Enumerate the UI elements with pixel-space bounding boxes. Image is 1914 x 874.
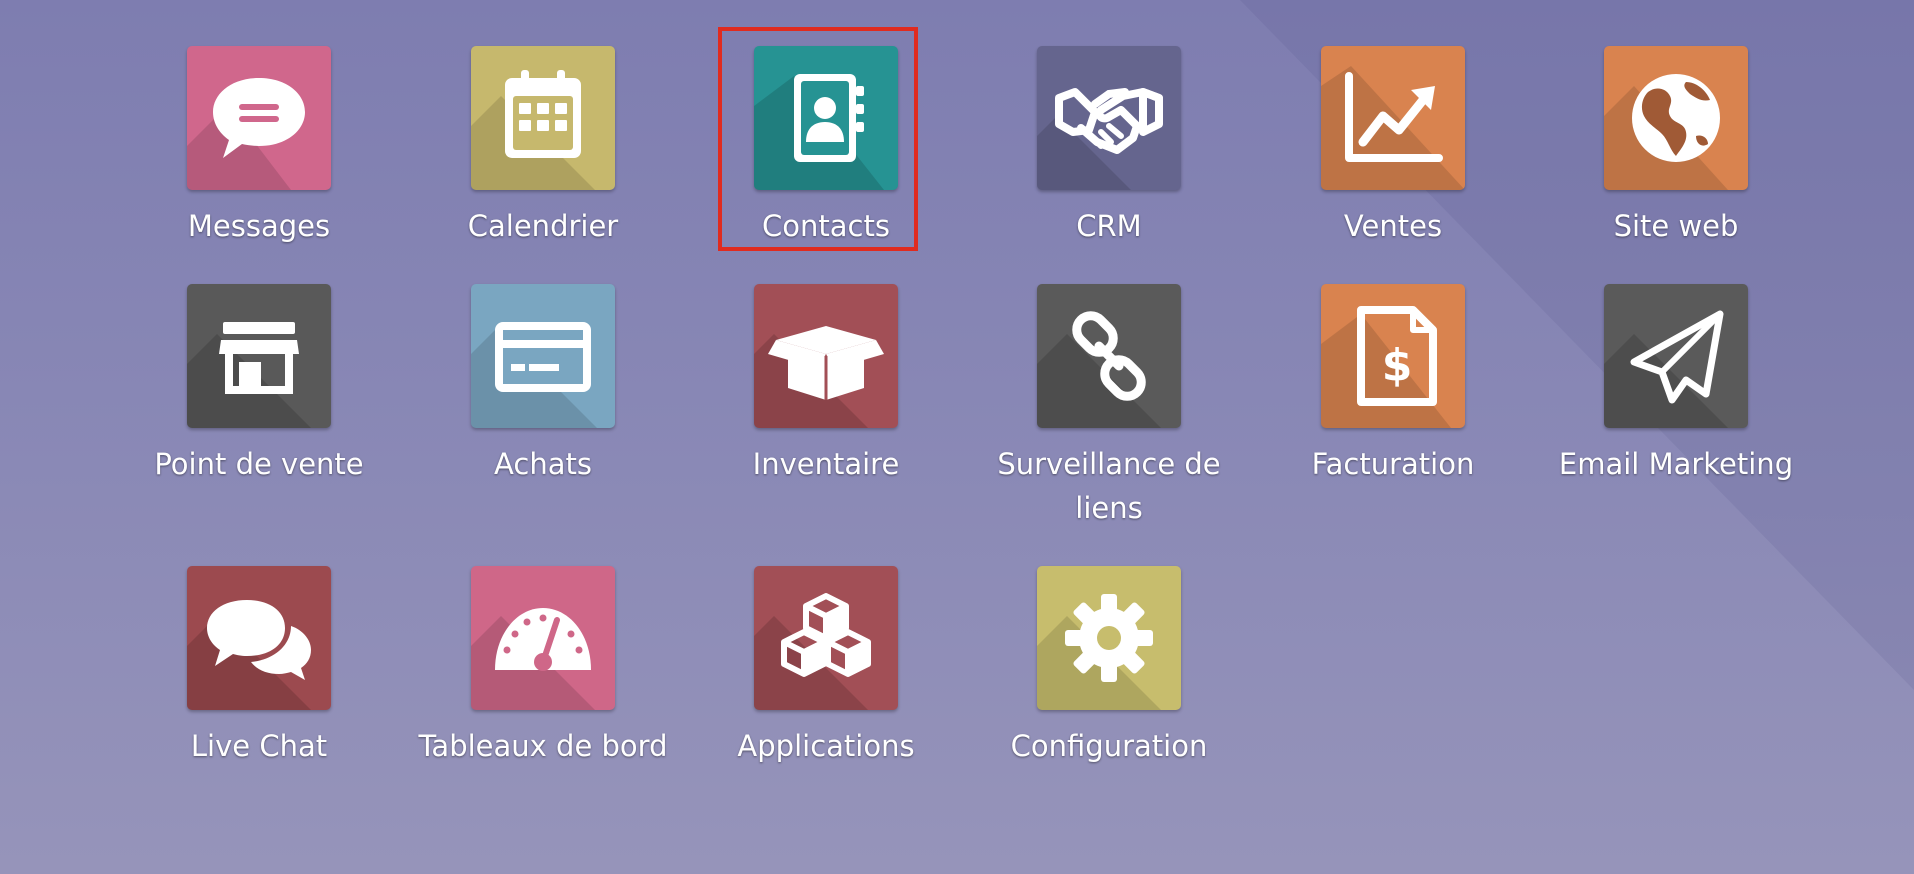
app-purchase[interactable]: Achats (413, 284, 673, 486)
app-tile[interactable] (754, 284, 898, 428)
app-label: Achats (494, 447, 592, 481)
app-tile[interactable] (754, 566, 898, 710)
app-tile[interactable] (1037, 566, 1181, 710)
dashboard-gauge-icon (495, 608, 591, 671)
app-tile[interactable] (471, 566, 615, 710)
handshake-icon (1055, 88, 1163, 154)
app-label: Email Marketing (1558, 447, 1794, 481)
app-dashboards[interactable]: Tableaux de bord (413, 566, 673, 768)
app-tile[interactable] (1037, 46, 1181, 190)
paper-plane-icon (1630, 310, 1724, 404)
app-crm[interactable]: CRM (979, 46, 1239, 248)
app-calendar[interactable]: Calendrier (413, 46, 673, 248)
app-apps[interactable]: Applications (696, 566, 956, 768)
app-label: Live Chat (190, 729, 328, 763)
globe-icon (1632, 74, 1720, 162)
app-label: Messages (187, 209, 331, 243)
app-tile[interactable] (471, 284, 615, 428)
app-sales[interactable]: Ventes (1263, 46, 1523, 248)
app-tile[interactable] (1321, 46, 1465, 190)
app-pos[interactable]: Point de vente (129, 284, 389, 486)
app-website[interactable]: Site web (1546, 46, 1806, 248)
app-contacts[interactable]: Contacts (696, 46, 956, 248)
app-inventory[interactable]: Inventaire (696, 284, 956, 486)
app-label: Applications (737, 729, 915, 763)
app-tile[interactable] (187, 46, 331, 190)
chat-bubbles-icon (207, 600, 311, 680)
chain-link-icon (1072, 311, 1146, 401)
svg-text:$: $ (1382, 340, 1413, 391)
app-tile[interactable] (187, 284, 331, 428)
app-label: Ventes (1343, 209, 1443, 243)
calendar-icon (505, 70, 581, 158)
app-label: Surveillance de liens (997, 447, 1221, 525)
store-icon (219, 322, 299, 394)
app-email-marketing[interactable]: Email Marketing (1546, 284, 1806, 486)
app-label: Tableaux de bord (418, 729, 668, 763)
app-label: Configuration (1010, 729, 1208, 763)
app-tile[interactable]: $ (1321, 284, 1465, 428)
app-tile[interactable] (1604, 284, 1748, 428)
address-book-icon (794, 74, 864, 162)
app-messages[interactable]: Messages (129, 46, 389, 248)
app-label: Contacts (762, 209, 890, 243)
open-box-icon (768, 326, 884, 400)
app-label: Site web (1613, 209, 1739, 243)
app-tile[interactable] (1604, 46, 1748, 190)
app-tile[interactable] (1037, 284, 1181, 428)
credit-card-icon (495, 322, 591, 392)
cubes-icon (781, 593, 871, 677)
app-tile[interactable] (754, 46, 898, 190)
app-label: Calendrier (467, 209, 619, 243)
app-label: Inventaire (752, 447, 900, 481)
app-live-chat[interactable]: Live Chat (129, 566, 389, 768)
chart-line-icon (1345, 72, 1443, 162)
app-tile[interactable] (471, 46, 615, 190)
app-link-tracker[interactable]: Surveillance de liens (979, 284, 1239, 530)
app-tile[interactable] (187, 566, 331, 710)
app-label: CRM (1076, 209, 1142, 243)
gear-icon (1065, 594, 1153, 682)
app-invoicing[interactable]: $ Facturation (1263, 284, 1523, 486)
chat-bubble-icon (213, 78, 305, 158)
app-grid: Messages Calendrier Contacts CRM Ventes … (0, 0, 1914, 874)
app-settings[interactable]: Configuration (979, 566, 1239, 768)
invoice-dollar-icon: $ (1357, 306, 1437, 406)
app-label: Point de vente (154, 447, 364, 481)
app-label: Facturation (1311, 447, 1475, 481)
